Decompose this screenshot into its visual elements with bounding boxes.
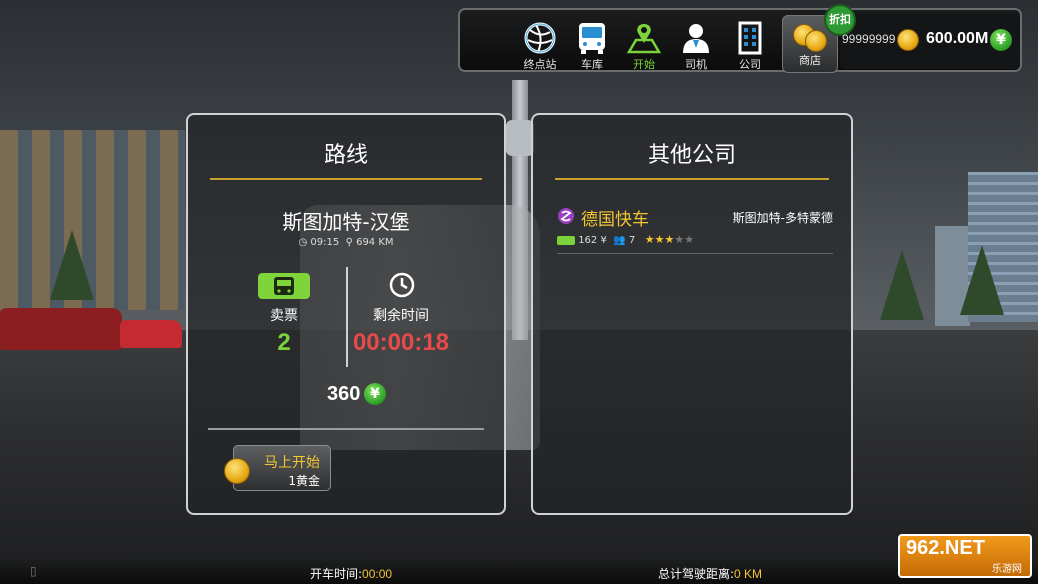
- row-divider: [557, 253, 833, 254]
- title-divider: [210, 178, 482, 180]
- star-filled-icon: ★: [654, 233, 665, 246]
- globe-icon: [524, 22, 556, 54]
- other-companies-panel: 其他公司 德国快车 斯图加特-多特蒙德 162 ¥ 👥 7 ★★★★★: [531, 113, 853, 515]
- bus-icon: [579, 23, 605, 54]
- bus-ticket-icon: [258, 273, 310, 299]
- tickets-label: 卖票: [270, 308, 298, 324]
- nav-driver-label: 司机: [685, 58, 707, 71]
- nav-garage[interactable]: 车库: [564, 14, 620, 72]
- people-icon: 👥: [613, 235, 626, 246]
- total-distance-label: 总计驾驶距离:: [658, 567, 735, 581]
- watermark-bottom: 乐游网: [992, 564, 1022, 575]
- nav-terminal-label: 终点站: [523, 58, 557, 71]
- start-now-label: 马上开始: [264, 455, 320, 471]
- company-route: 斯图加特-多特蒙德: [732, 211, 833, 225]
- handle-icon: ▯: [30, 564, 37, 578]
- nav-driver[interactable]: 司机: [668, 14, 724, 72]
- star-empty-icon: ★: [684, 233, 695, 246]
- star-filled-icon: ★: [664, 233, 675, 246]
- company-price: 162 ¥: [578, 235, 607, 246]
- start-now-cost: 1黄金: [288, 474, 320, 488]
- clock-small-icon: ◷: [298, 237, 308, 248]
- departure-time: 09:15: [310, 237, 340, 248]
- shop-label: 商店: [799, 54, 821, 67]
- tree: [960, 245, 1004, 315]
- route-meta: ◷ 09:15 ⚲ 694 KM: [188, 237, 504, 248]
- tree: [50, 230, 94, 300]
- watermark-top: 962.NET: [906, 537, 985, 559]
- gold-coin-icon: [805, 30, 827, 52]
- tv-tower-top: [506, 120, 534, 156]
- clock-icon: [389, 272, 415, 298]
- map-pin-icon: [626, 24, 662, 54]
- parked-car-red: [0, 308, 122, 350]
- nav-start[interactable]: 开始: [616, 14, 672, 72]
- company-logo-icon: [558, 208, 574, 224]
- nav-company[interactable]: 公司: [722, 14, 778, 72]
- bottom-status-bar: ▯ 开车时间:00:00 总计驾驶距离:0 KM: [0, 560, 1038, 584]
- gold-coin-icon: [224, 458, 250, 484]
- panel-divider: [208, 428, 484, 430]
- companies-panel-title: 其他公司: [647, 143, 736, 168]
- star-rating: ★★★★★: [644, 233, 695, 246]
- fare-yen-icon: ¥: [364, 383, 386, 405]
- money-amount: 600.00M: [926, 30, 989, 47]
- drive-time: 开车时间:00:00: [310, 565, 392, 582]
- title-divider: [555, 178, 829, 180]
- person-icon: [683, 24, 709, 53]
- nav-terminal[interactable]: 终点站: [512, 14, 568, 72]
- drive-time-label: 开车时间:: [310, 567, 363, 581]
- location-pin-icon: ⚲: [345, 237, 353, 248]
- gold-coin-icon: [897, 29, 919, 51]
- tree: [880, 250, 924, 320]
- time-left-value: 00:00:18: [352, 329, 450, 356]
- route-panel-title: 路线: [323, 143, 368, 168]
- nav-start-label: 开始: [633, 58, 655, 71]
- company-drivers: 7: [628, 235, 636, 246]
- time-left-label: 剩余时间: [373, 308, 429, 324]
- money-yen-icon: ¥: [990, 29, 1012, 51]
- company-stats: 162 ¥ 👥 7 ★★★★★: [557, 233, 694, 246]
- top-navigation-bar: 终点站 车库 开始 司机 公司 商店 折扣 99999999 600.00M ¥: [458, 4, 1022, 73]
- company-row[interactable]: 德国快车 斯图加特-多特蒙德 162 ¥ 👥 7 ★★★★★: [557, 203, 833, 255]
- route-name: 斯图加特-汉堡: [282, 210, 410, 234]
- office-building-icon: [738, 21, 762, 55]
- route-panel: 路线 斯图加特-汉堡 ◷ 09:15 ⚲ 694 KM 卖票 2 剩余时间 00…: [186, 113, 506, 515]
- total-distance-value: 0 KM: [734, 567, 763, 581]
- gold-amount: 99999999: [842, 32, 896, 46]
- company-name: 德国快车: [581, 210, 649, 230]
- stats-divider: [346, 267, 348, 367]
- banknote-icon: [557, 235, 575, 245]
- star-filled-icon: ★: [644, 233, 655, 246]
- fare-value: 360: [327, 383, 361, 405]
- nav-garage-label: 车库: [581, 58, 603, 71]
- total-distance: 总计驾驶距离:0 KM: [658, 565, 762, 582]
- game-scene-background: [0, 0, 1038, 584]
- nav-company-label: 公司: [739, 58, 761, 71]
- route-distance: 694 KM: [356, 237, 394, 248]
- star-empty-icon: ★: [674, 233, 685, 246]
- drive-time-value: 00:00: [362, 567, 393, 581]
- tickets-value: 2: [277, 329, 291, 356]
- start-now-button[interactable]: 马上开始 1黄金: [224, 445, 331, 491]
- parked-car-red-small: [120, 320, 182, 348]
- watermark-logo: 962.NET 乐游网: [898, 534, 1032, 578]
